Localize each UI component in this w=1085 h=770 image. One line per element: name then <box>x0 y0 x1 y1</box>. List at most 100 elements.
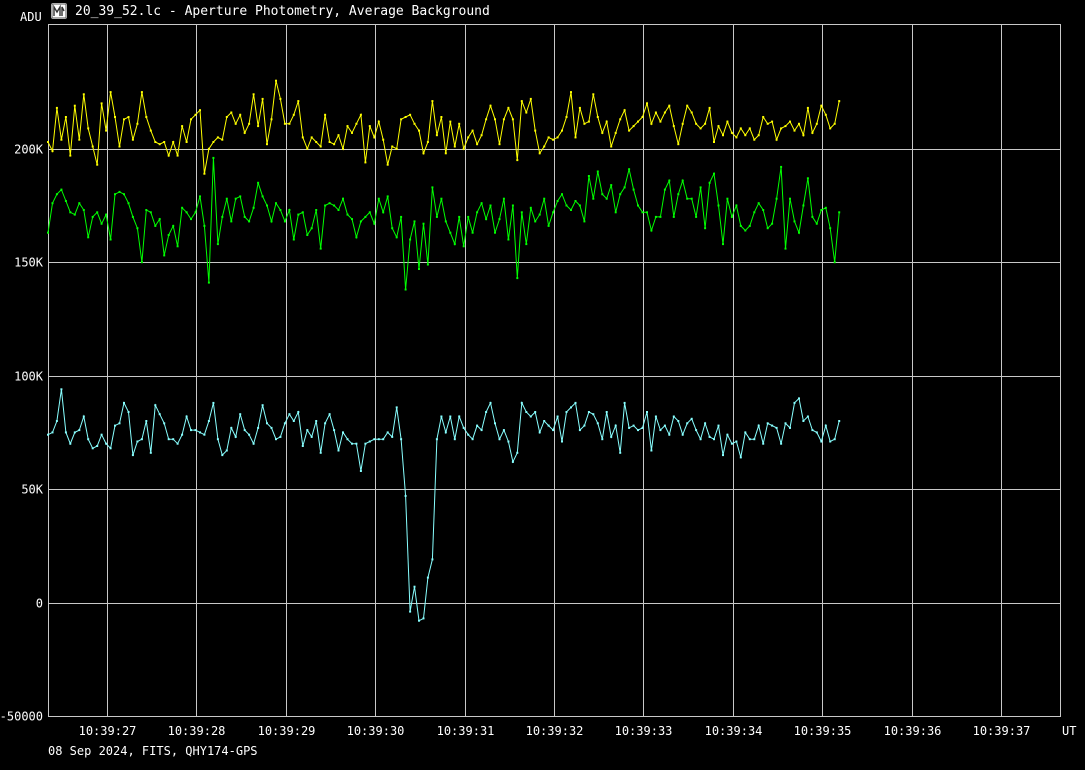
data-point <box>310 136 313 139</box>
data-point <box>47 141 49 143</box>
data-point <box>793 129 796 132</box>
data-point <box>355 122 358 125</box>
data-point <box>409 238 412 241</box>
data-point <box>552 211 555 214</box>
data-point <box>131 454 134 457</box>
data-point <box>82 415 85 418</box>
data-point <box>583 122 586 125</box>
data-point <box>713 172 715 175</box>
data-point <box>167 234 170 236</box>
data-point <box>149 129 152 132</box>
data-point <box>234 435 237 438</box>
data-point <box>418 268 420 270</box>
data-point <box>73 431 76 434</box>
data-point <box>333 429 336 432</box>
data-point <box>283 122 286 125</box>
data-point <box>820 104 823 107</box>
data-point <box>511 460 514 463</box>
data-point <box>127 411 130 413</box>
data-point <box>458 215 461 218</box>
data-point <box>525 111 528 114</box>
data-point <box>176 154 179 157</box>
data-point <box>96 445 99 447</box>
data-point <box>230 426 233 429</box>
data-point <box>507 238 510 241</box>
data-point <box>619 118 622 121</box>
data-point <box>346 438 349 441</box>
data-point <box>51 150 54 153</box>
data-point <box>444 152 447 155</box>
data-point <box>337 449 340 452</box>
data-point <box>73 104 76 107</box>
data-point <box>301 445 304 447</box>
data-point <box>346 125 349 128</box>
data-point <box>181 206 184 209</box>
data-point <box>176 245 179 248</box>
data-point <box>351 442 353 445</box>
data-point <box>275 202 277 205</box>
data-point <box>382 438 385 441</box>
data-point <box>386 195 389 198</box>
data-point <box>64 116 67 118</box>
data-point <box>131 215 134 218</box>
series-2 <box>47 388 841 622</box>
data-point <box>243 429 246 432</box>
data-point <box>695 122 698 125</box>
x-tick-label: 10:39:37 <box>973 724 1031 738</box>
data-point <box>400 118 403 121</box>
series-layer <box>47 79 841 622</box>
data-point <box>230 111 233 114</box>
data-point <box>771 424 774 427</box>
data-point <box>149 211 152 214</box>
series-line <box>47 389 840 622</box>
data-point <box>109 238 112 241</box>
data-point <box>815 222 818 225</box>
data-point <box>587 175 590 177</box>
data-point <box>145 209 148 211</box>
data-point <box>744 134 747 137</box>
data-point <box>467 136 470 139</box>
data-point <box>565 116 568 118</box>
data-point <box>315 209 318 211</box>
data-point <box>453 243 456 246</box>
data-point <box>257 426 260 429</box>
data-point <box>47 433 49 436</box>
data-point <box>713 141 715 143</box>
data-point <box>552 429 555 432</box>
data-point <box>605 197 608 200</box>
data-point <box>279 209 282 211</box>
data-point <box>766 422 769 425</box>
data-point <box>78 138 81 141</box>
data-point <box>386 431 389 434</box>
data-point <box>346 213 349 216</box>
data-point <box>261 195 264 198</box>
data-point <box>431 100 434 103</box>
data-point <box>248 433 251 436</box>
data-point <box>596 422 599 425</box>
data-point <box>319 451 322 454</box>
data-point <box>525 411 528 413</box>
data-point <box>596 170 599 173</box>
data-point <box>681 433 684 436</box>
y-tick-label: 200K <box>14 143 44 157</box>
data-point <box>373 222 376 225</box>
light-curve-chart[interactable]: -50000 0 50K 100K 150K 200K 10:39:27 10:39:28 10… <box>0 0 1085 770</box>
data-point <box>494 118 496 121</box>
data-point <box>404 116 407 118</box>
data-point <box>668 104 671 107</box>
data-point <box>324 204 327 207</box>
data-point <box>275 438 277 441</box>
data-point <box>413 585 416 588</box>
data-point <box>529 415 532 418</box>
data-point <box>91 145 94 148</box>
data-point <box>435 438 438 441</box>
data-point <box>561 193 563 196</box>
data-point <box>391 227 394 230</box>
data-point <box>672 215 675 218</box>
data-point <box>449 120 452 123</box>
axis-labels: -50000 0 50K 100K 150K 200K 10:39:27 10:39:28 10… <box>0 10 1076 738</box>
x-tick-label: 10:39:30 <box>347 724 405 738</box>
data-point <box>64 200 67 202</box>
data-point <box>578 106 581 109</box>
data-point <box>154 224 157 227</box>
